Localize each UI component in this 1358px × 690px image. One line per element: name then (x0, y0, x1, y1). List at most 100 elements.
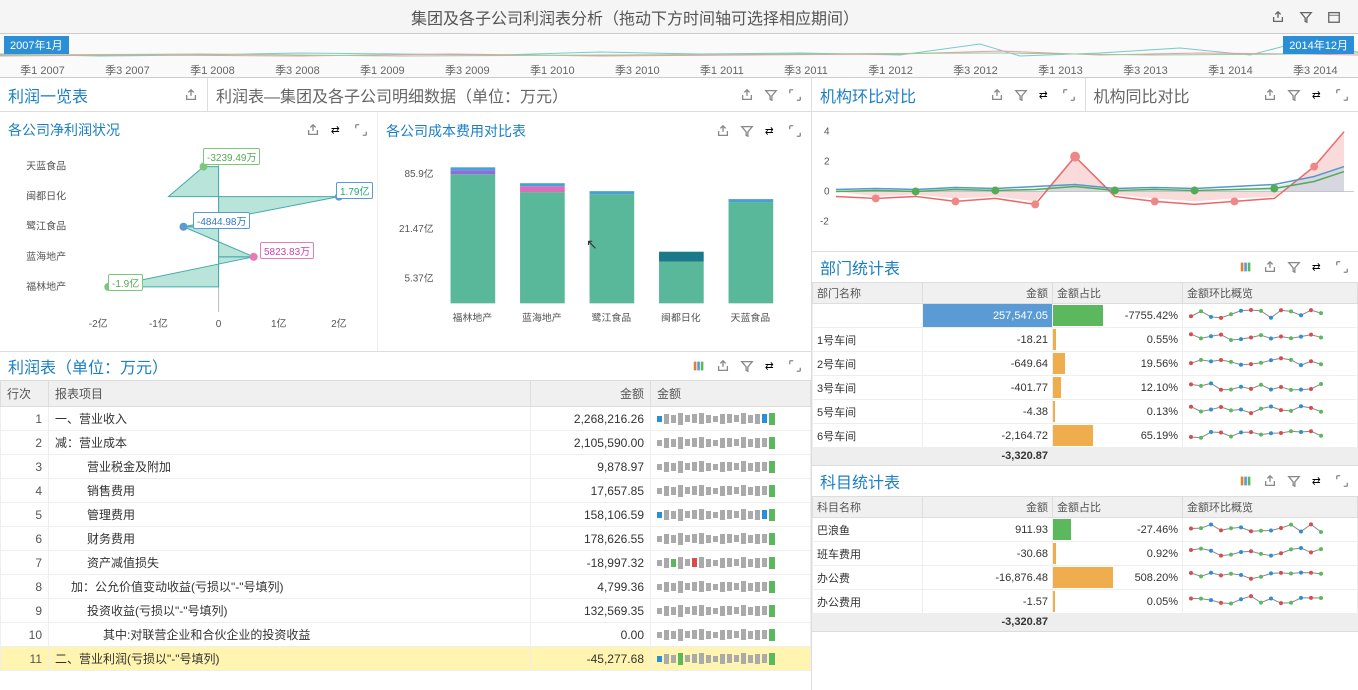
export-icon[interactable] (739, 87, 755, 103)
settings-icon[interactable]: ⇄ (1310, 259, 1326, 275)
svg-text:福林地产: 福林地产 (26, 280, 66, 293)
svg-text:天蓝食品: 天蓝食品 (26, 160, 66, 173)
chart-label: 1.79亿 (336, 182, 373, 199)
svg-text:0: 0 (216, 319, 222, 330)
export-icon[interactable] (715, 358, 731, 374)
dept-stat-title: 部门统计表 (820, 255, 900, 279)
settings-icon[interactable]: ⇄ (1310, 473, 1326, 489)
filter-icon[interactable] (1013, 87, 1029, 103)
table-row[interactable]: 6财务费用178,626.55 (1, 527, 811, 551)
table-row[interactable]: 办公费-16,876.48508.20% (813, 566, 1358, 590)
svg-text:鹭江食品: 鹭江食品 (26, 220, 66, 233)
filter-icon[interactable] (763, 87, 779, 103)
filter-icon[interactable] (1286, 473, 1302, 489)
chart-label: -1.9亿 (108, 274, 143, 291)
org-compare-chart[interactable]: 420-2 (812, 112, 1358, 252)
svg-text:2: 2 (824, 157, 830, 168)
svg-text:福林地产: 福林地产 (453, 312, 493, 325)
table-row[interactable]: 5管理费用158,106.59 (1, 503, 811, 527)
svg-text:⇄: ⇄ (1312, 89, 1321, 101)
calendar-icon[interactable] (1326, 9, 1342, 25)
table-row[interactable]: 9投资收益(亏损以"-"号填列)132,569.35 (1, 599, 811, 623)
summary-title: 利润一览表 (8, 83, 88, 107)
table-row[interactable]: 3营业税金及附加9,878.97 (1, 455, 811, 479)
expand-icon[interactable] (787, 123, 803, 139)
filter-icon[interactable] (739, 358, 755, 374)
svg-text:-2亿: -2亿 (89, 317, 108, 330)
subj-table[interactable]: 科目名称 金额 金额占比 金额环比概览 巴浪鱼911.93-27.46%班车费用… (812, 496, 1358, 631)
table-row[interactable]: 11二、营业利润(亏损以"-"号填列)-45,277.68 (1, 647, 811, 671)
expand-icon[interactable] (1061, 87, 1077, 103)
settings-icon[interactable]: ⇄ (1037, 87, 1053, 103)
table-row[interactable]: 2号车间-649.6419.56% (813, 352, 1358, 376)
table-row[interactable]: 1一、营业收入2,268,216.26 (1, 407, 811, 431)
timeline-selector[interactable]: 2007年1月 2014年12月 季1 2007季3 2007季1 2008季3… (0, 34, 1358, 78)
svg-text:2亿: 2亿 (331, 317, 347, 330)
filter-icon[interactable] (1286, 87, 1302, 103)
expand-icon[interactable] (353, 122, 369, 138)
export-icon[interactable] (1262, 473, 1278, 489)
expand-icon[interactable] (1334, 473, 1350, 489)
table-row[interactable]: 257,547.05-7755.42% (813, 304, 1358, 328)
filter-icon[interactable] (1286, 259, 1302, 275)
filter-icon[interactable] (1298, 9, 1314, 25)
svg-text:5.37亿: 5.37亿 (404, 272, 433, 285)
svg-text:⇄: ⇄ (765, 361, 774, 373)
table-row[interactable]: 班车费用-30.680.92% (813, 542, 1358, 566)
export-icon[interactable] (1270, 9, 1286, 25)
filter-icon[interactable] (739, 123, 755, 139)
columns-icon[interactable] (1238, 259, 1254, 275)
export-icon[interactable] (715, 123, 731, 139)
dept-table[interactable]: 部门名称 金额 金额占比 金额环比概览 257,547.05-7755.42%1… (812, 282, 1358, 465)
table-row[interactable]: 8加：公允价值变动收益(亏损以"-"号填列)4,799.36 (1, 575, 811, 599)
settings-icon[interactable]: ⇄ (329, 122, 345, 138)
table-row[interactable]: 5号车间-4.380.13% (813, 400, 1358, 424)
detail-title: 利润表—集团及各子公司明细数据（单位：万元） (216, 83, 568, 107)
cost-chart[interactable]: 85.9亿 21.47亿 5.37亿 福林地产 (386, 141, 803, 343)
settings-icon[interactable]: ⇄ (763, 123, 779, 139)
expand-icon[interactable] (1334, 87, 1350, 103)
settings-icon[interactable]: ⇄ (1310, 87, 1326, 103)
chart-label: -3239.49万 (203, 148, 260, 165)
timeline-end-badge[interactable]: 2014年12月 (1283, 36, 1354, 54)
export-icon[interactable] (1262, 259, 1278, 275)
svg-text:闽都日化: 闽都日化 (26, 190, 66, 203)
expand-icon[interactable] (787, 87, 803, 103)
table-row[interactable]: 10其中:对联营企业和合伙企业的投资收益0.00 (1, 623, 811, 647)
export-icon[interactable] (183, 87, 199, 103)
table-row[interactable]: 1号车间-18.210.55% (813, 328, 1358, 352)
table-row[interactable]: 巴浪鱼911.93-27.46% (813, 518, 1358, 542)
table-row[interactable]: 4销售费用17,657.85 (1, 479, 811, 503)
svg-text:4: 4 (824, 127, 830, 138)
profit-table-panel: 利润表（单位：万元） ⇄ 行次 报表项目 金额 金额 (0, 352, 811, 690)
svg-text:⇄: ⇄ (1312, 476, 1321, 488)
netprofit-chart[interactable]: 天蓝食品 闽都日化 鹭江食品 蓝海地产 福林地产 -2亿 -1亿 0 1亿 2亿 (8, 140, 369, 344)
svg-text:-2: -2 (820, 216, 829, 227)
table-row[interactable]: 办公费用-1.570.05% (813, 590, 1358, 614)
export-icon[interactable] (305, 122, 321, 138)
table-row[interactable]: 6号车间-2,164.7265.19% (813, 424, 1358, 448)
svg-text:⇄: ⇄ (1312, 262, 1321, 274)
compare-yoy-header: 机构同比对比 ⇄ (1086, 78, 1358, 111)
profit-table-title: 利润表（单位：万元） (8, 354, 168, 378)
columns-icon[interactable] (691, 358, 707, 374)
expand-icon[interactable] (787, 358, 803, 374)
cost-chart-panel: 各公司成本费用对比表 ⇄ 85.9亿 21.47亿 5.37亿 (378, 112, 811, 351)
svg-text:鹭江食品: 鹭江食品 (592, 312, 632, 325)
page-title: 集团及各子公司利润表分析（拖动下方时间轴可选择相应期间） (0, 5, 1270, 29)
table-row[interactable]: 2减：营业成本2,105,590.00 (1, 431, 811, 455)
table-row[interactable]: 7资产减值损失-18,997.32 (1, 551, 811, 575)
expand-icon[interactable] (1334, 259, 1350, 275)
compare-mom-title: 机构环比对比 (820, 83, 916, 107)
profit-table[interactable]: 行次 报表项目 金额 金额 1一、营业收入2,268,216.262减：营业成本… (0, 380, 811, 671)
export-icon[interactable] (1262, 87, 1278, 103)
table-row[interactable]: 3号车间-401.7712.10% (813, 376, 1358, 400)
subj-stat-panel: 科目统计表 ⇄ 科目名称 金额 金额占比 金额环比概览 巴浪鱼911.93-27… (812, 466, 1358, 632)
export-icon[interactable] (989, 87, 1005, 103)
svg-text:1亿: 1亿 (271, 317, 287, 330)
columns-icon[interactable] (1238, 473, 1254, 489)
svg-text:-1亿: -1亿 (149, 317, 168, 330)
timeline-start-badge[interactable]: 2007年1月 (4, 36, 69, 54)
netprofit-chart-title: 各公司净利润状况 (8, 120, 120, 140)
settings-icon[interactable]: ⇄ (763, 358, 779, 374)
